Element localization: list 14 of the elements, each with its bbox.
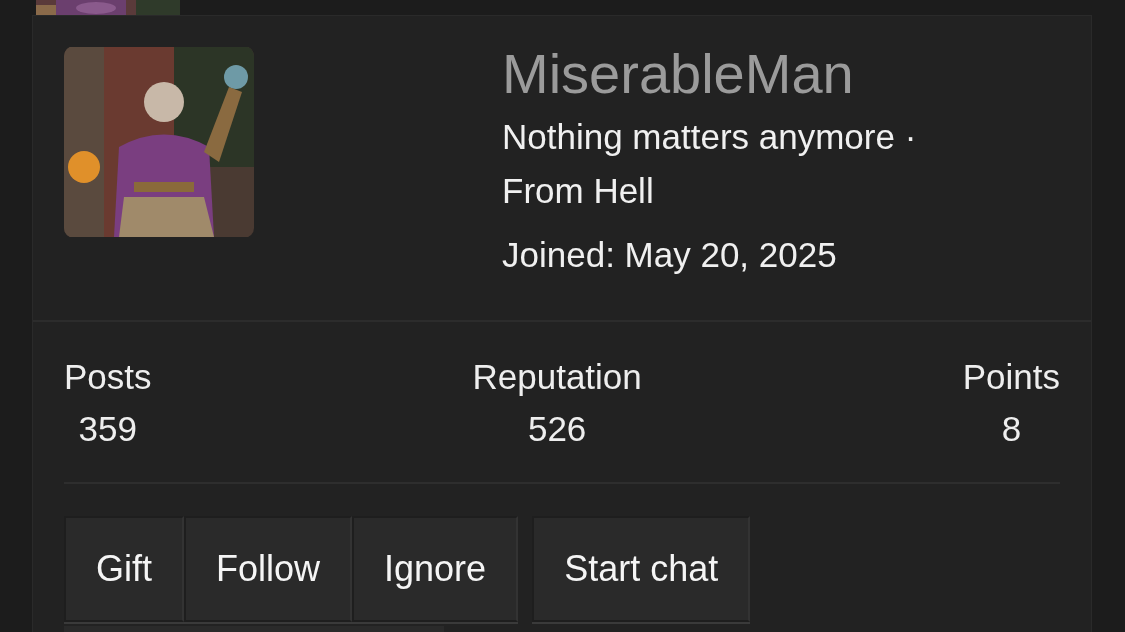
stat-value: 359 bbox=[78, 408, 137, 450]
action-button[interactable]: Gift bbox=[64, 516, 184, 622]
stat-label: Points bbox=[962, 356, 1060, 398]
location: From Hell bbox=[502, 170, 655, 212]
joined-date: Joined: May 20, 2025 bbox=[502, 234, 838, 276]
stat-value: 526 bbox=[527, 408, 587, 450]
tagline: Nothing matters anymore · bbox=[502, 116, 917, 158]
action-button[interactable]: Follow bbox=[184, 516, 353, 622]
action-button[interactable]: Ignore bbox=[352, 516, 519, 622]
stat-label: Reputation bbox=[472, 356, 642, 398]
username[interactable]: MiserableMan bbox=[502, 42, 917, 106]
stat-value: 8 bbox=[1001, 408, 1022, 450]
stat-label: Posts bbox=[64, 356, 152, 398]
action-button[interactable]: Start chat bbox=[532, 516, 751, 622]
